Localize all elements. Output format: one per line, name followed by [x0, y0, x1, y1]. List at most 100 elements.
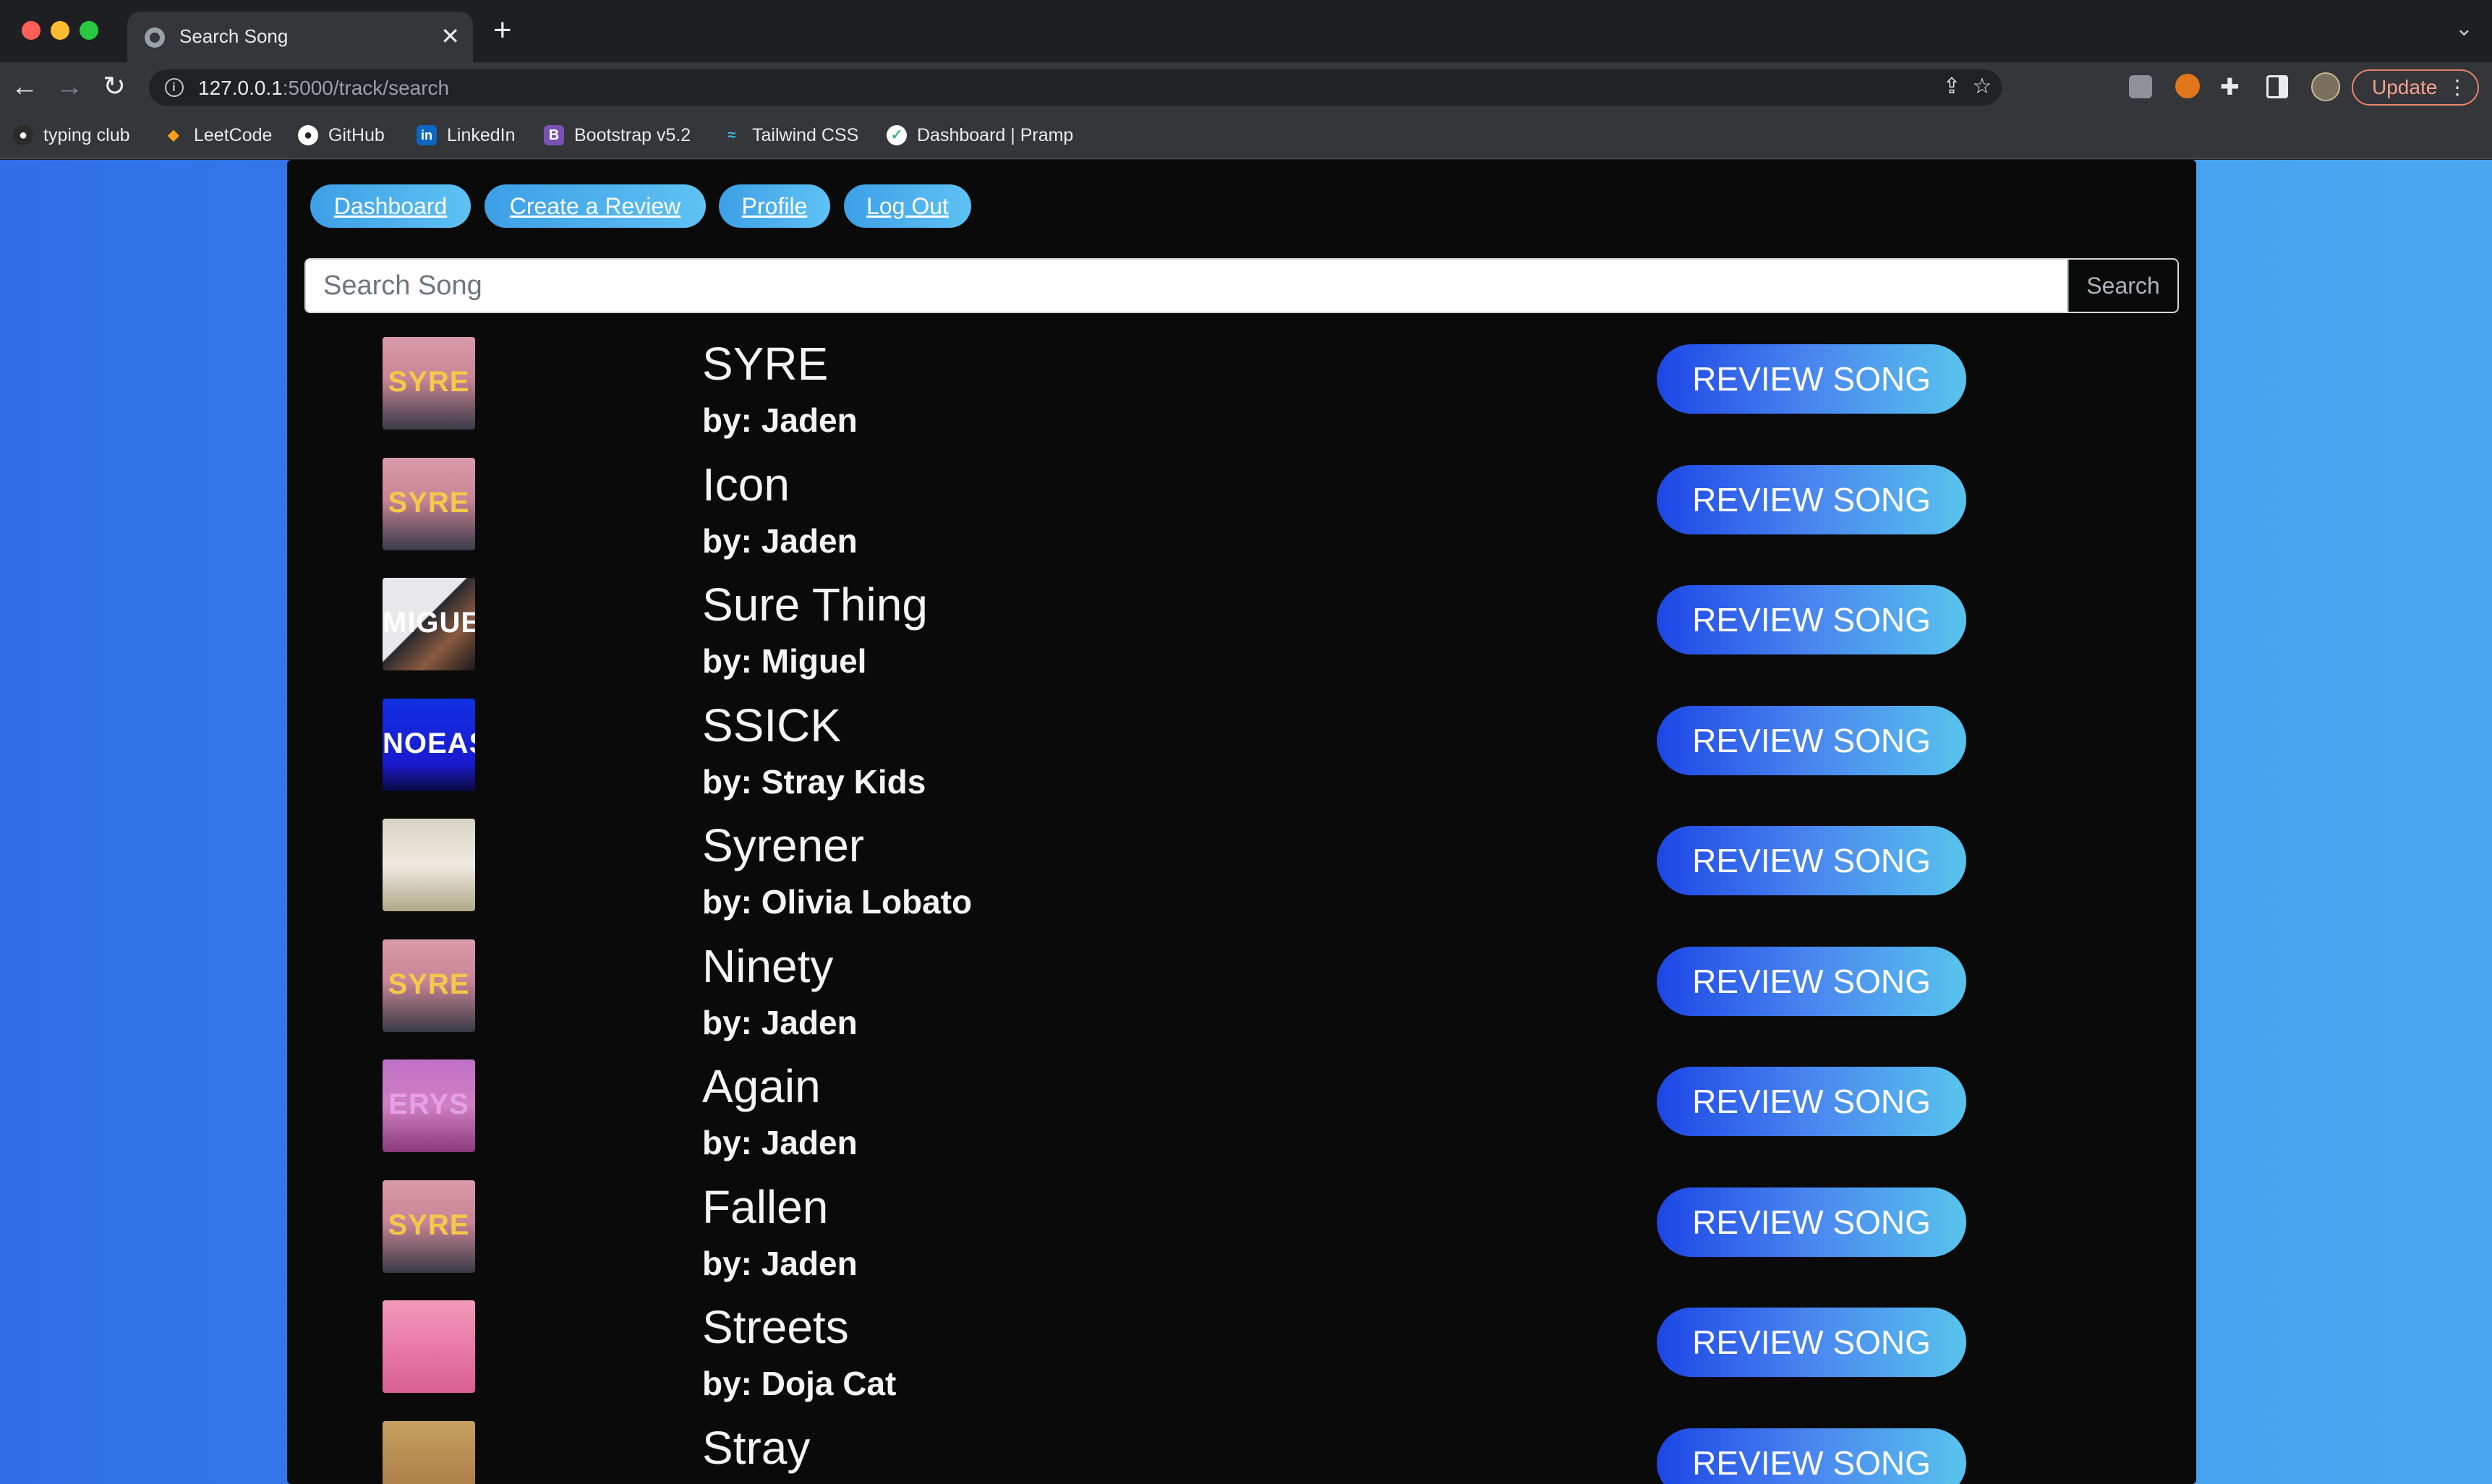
track-artist: by: Jaden	[702, 1244, 858, 1282]
update-button[interactable]: Update	[2352, 69, 2479, 106]
nav-dashboard-link[interactable]: Dashboard	[310, 184, 471, 228]
nav-create-review-link[interactable]: Create a Review	[485, 184, 706, 228]
track-row: Syrener by: Olivia Lobato REVIEW SONG	[287, 819, 2196, 939]
album-cover	[383, 1420, 475, 1484]
page-viewport: Dashboard Create a Review Profile Log Ou…	[0, 160, 2492, 1484]
track-title: SSICK	[702, 699, 842, 751]
url-text[interactable]: 127.0.0.1:5000/track/search	[198, 77, 449, 100]
forward-icon[interactable]: →	[52, 69, 87, 104]
new-tab-button[interactable]: +	[493, 12, 512, 49]
track-row: SYRE Fallen by: Jaden REVIEW SONG	[287, 1180, 2196, 1300]
track-title: Sure Thing	[702, 579, 928, 631]
review-song-button[interactable]: REVIEW SONG	[1657, 344, 1966, 414]
bookmark-bootstrap[interactable]: B Bootstrap v5.2	[544, 120, 691, 150]
bookmark-tailwind[interactable]: ≈ Tailwind CSS	[722, 120, 859, 150]
bookmark-linkedin[interactable]: in LinkedIn	[417, 120, 516, 150]
review-song-button[interactable]: REVIEW SONG	[1657, 464, 1966, 534]
minimize-window-button[interactable]	[51, 21, 69, 40]
bookmark-label: GitHub	[328, 124, 385, 145]
album-cover-text: NOEASY	[383, 727, 475, 759]
track-artist: by: Stray Kids	[702, 762, 926, 801]
tab-title: Search Song	[179, 25, 289, 47]
share-icon[interactable]: ⇪	[1935, 69, 1968, 104]
close-tab-icon[interactable]: ✕	[440, 22, 460, 51]
globe-icon	[145, 27, 165, 48]
track-row: MIGUEL Sure Thing by: Miguel REVIEW SONG	[287, 578, 2196, 698]
github-icon: ●	[298, 125, 318, 145]
bookmark-typing-club[interactable]: ● typing club	[13, 120, 130, 150]
browser-toolbar: ← → ↻ 127.0.0.1:5000/track/search ⇪ ☆ ✚ …	[0, 62, 2492, 111]
bookmark-label: typing club	[43, 124, 130, 145]
track-title: Fallen	[702, 1180, 829, 1233]
album-cover-text: MIGUEL	[383, 607, 475, 639]
extension-icon[interactable]	[2129, 75, 2152, 98]
review-song-button[interactable]: REVIEW SONG	[1657, 1308, 1966, 1377]
track-title: SYRE	[702, 338, 829, 390]
browser-tab-strip: Search Song ✕ + ⌄	[0, 0, 2492, 62]
album-cover: SYRE	[383, 337, 475, 430]
review-song-button[interactable]: REVIEW SONG	[1657, 585, 1966, 654]
track-artist: by: Jaden	[702, 401, 858, 439]
track-artist: by: Doja Cat	[702, 1365, 897, 1402]
maximize-window-button[interactable]	[80, 21, 98, 40]
review-song-button[interactable]: REVIEW SONG	[1657, 946, 1966, 1016]
album-cover-text: SYRE	[388, 366, 470, 398]
tab-search-chevron-icon[interactable]: ⌄	[2455, 16, 2473, 41]
site-info-icon[interactable]	[165, 78, 184, 97]
browser-tab[interactable]: Search Song ✕	[127, 12, 473, 62]
track-artist: by: Miguel	[702, 642, 867, 680]
track-row: SYRE SYRE by: Jaden REVIEW SONG	[287, 337, 2196, 457]
album-cover: SYRE	[383, 939, 475, 1032]
close-window-button[interactable]	[22, 21, 40, 40]
album-cover-text: SYRE	[388, 968, 470, 1000]
bookmark-label: Dashboard | Pramp	[917, 124, 1074, 145]
album-cover: NOEASY	[383, 698, 475, 791]
nav-logout-link[interactable]: Log Out	[844, 184, 971, 228]
track-row: ERYS Again by: Jaden REVIEW SONG	[287, 1059, 2196, 1180]
track-title: Icon	[702, 458, 790, 511]
search-form: Search	[304, 258, 2179, 313]
bookmark-leetcode[interactable]: ◆ LeetCode	[163, 120, 272, 150]
track-row: SYRE Icon by: Jaden REVIEW SONG	[287, 457, 2196, 578]
extensions-puzzle-icon[interactable]: ✚	[2220, 69, 2240, 104]
track-title: Again	[702, 1060, 821, 1112]
review-song-button[interactable]: REVIEW SONG	[1657, 826, 1966, 895]
track-row: NOEASY SSICK by: Stray Kids REVIEW SONG	[287, 698, 2196, 819]
album-cover: SYRE	[383, 457, 475, 550]
album-cover-text: ERYS	[388, 1088, 469, 1120]
track-artist: by: Olivia Lobato	[702, 883, 973, 921]
side-panel-icon[interactable]	[2266, 75, 2288, 98]
ninja-icon: ●	[13, 125, 33, 145]
main-panel: Dashboard Create a Review Profile Log Ou…	[287, 160, 2196, 1484]
review-song-button[interactable]: REVIEW SONG	[1657, 1067, 1966, 1136]
track-row: SYRE Ninety by: Jaden REVIEW SONG	[287, 939, 2196, 1059]
album-cover: SYRE	[383, 1180, 475, 1273]
track-artist: by: Jaden	[702, 1003, 858, 1041]
back-icon[interactable]: ←	[7, 69, 42, 104]
bookmark-github[interactable]: ● GitHub	[298, 120, 385, 150]
bookmark-label: Tailwind CSS	[752, 124, 859, 145]
bookmarks-bar: ● typing club ◆ LeetCode ● GitHub in Lin…	[0, 111, 2492, 159]
search-button[interactable]: Search	[2068, 260, 2177, 312]
track-title: Ninety	[702, 939, 834, 992]
review-song-button[interactable]: REVIEW SONG	[1657, 705, 1966, 775]
metamask-icon[interactable]	[2175, 74, 2200, 98]
profile-avatar[interactable]	[2311, 72, 2340, 101]
track-row: Stray REVIEW SONG	[287, 1420, 2196, 1484]
bookmark-pramp[interactable]: ✓ Dashboard | Pramp	[887, 120, 1073, 150]
linkedin-icon: in	[417, 125, 437, 145]
track-title: Streets	[702, 1301, 849, 1353]
review-song-button[interactable]: REVIEW SONG	[1657, 1428, 1966, 1484]
album-cover-text: SYRE	[388, 486, 470, 519]
album-cover	[383, 819, 475, 911]
bookmark-star-icon[interactable]: ☆	[1966, 69, 1999, 104]
search-song-input[interactable]	[306, 260, 2069, 312]
bootstrap-icon: B	[544, 125, 564, 145]
address-bar[interactable]: 127.0.0.1:5000/track/search ⇪ ☆	[149, 69, 2002, 106]
reload-icon[interactable]: ↻	[97, 69, 132, 104]
leetcode-icon: ◆	[168, 127, 179, 143]
pramp-icon: ✓	[887, 125, 907, 145]
track-row: Streets by: Doja Cat REVIEW SONG	[287, 1300, 2196, 1420]
nav-profile-link[interactable]: Profile	[719, 184, 830, 228]
review-song-button[interactable]: REVIEW SONG	[1657, 1187, 1966, 1257]
